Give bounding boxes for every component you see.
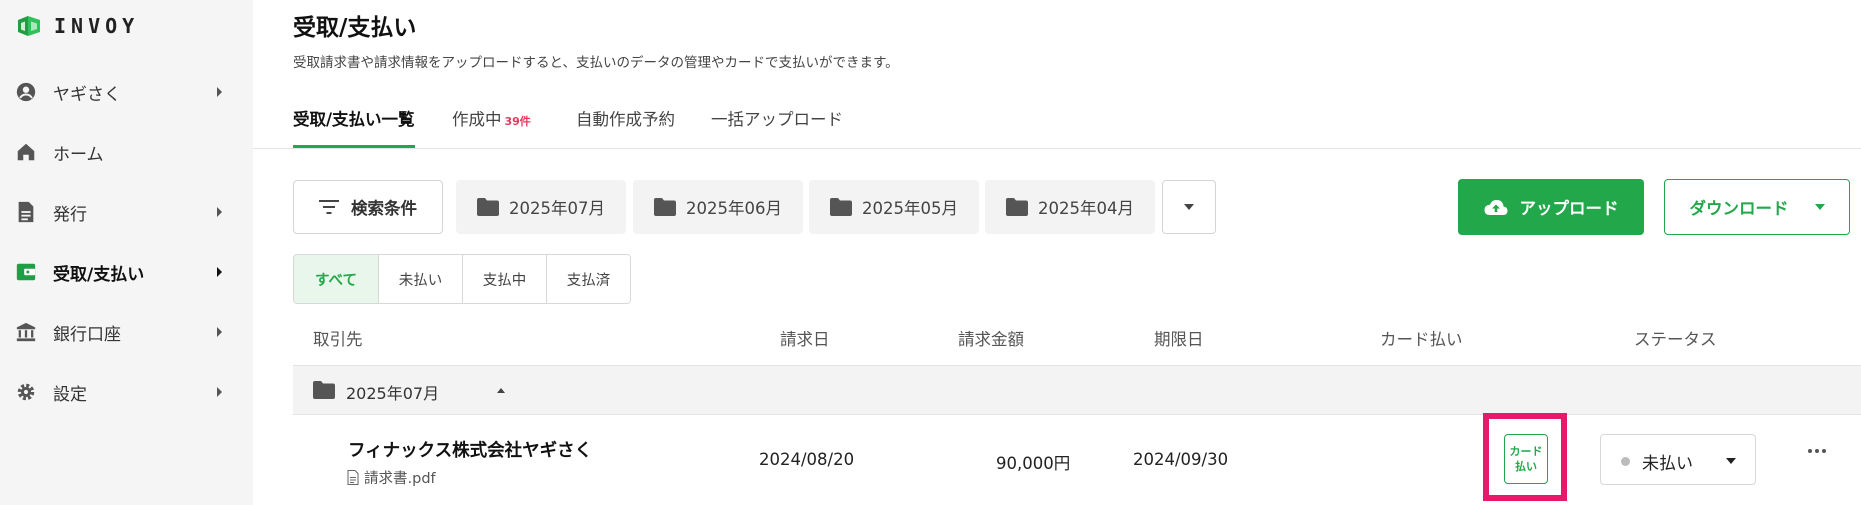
- month-folder-button[interactable]: 2025年06月: [633, 180, 803, 234]
- sidebar-item-settings[interactable]: 設定: [0, 364, 253, 420]
- invoice-date-cell: 2024/08/20: [759, 450, 855, 469]
- chevron-right-icon: [217, 267, 222, 277]
- sidebar-item-issue[interactable]: 発行: [0, 184, 253, 240]
- chevron-right-icon: [217, 387, 222, 397]
- status-value: 未払い: [1642, 454, 1693, 474]
- caret-down-icon: [1726, 458, 1736, 464]
- more-options-icon[interactable]: [1808, 449, 1826, 453]
- sidebar-item-label: 受取/支払い: [53, 264, 145, 285]
- column-header-amount: 請求金額: [958, 330, 1024, 349]
- amount-cell: 90,000円: [996, 454, 1071, 473]
- upload-button[interactable]: アップロード: [1458, 179, 1644, 235]
- sidebar-item-label: 銀行口座: [53, 324, 121, 345]
- sidebar-item-payables[interactable]: 受取/支払い: [0, 244, 253, 300]
- month-folder-button[interactable]: 2025年07月: [456, 180, 626, 234]
- month-group-row[interactable]: 2025年07月: [293, 365, 1861, 415]
- sidebar-item-label: ヤギさく: [53, 84, 121, 105]
- filter-label: 検索条件: [351, 199, 417, 218]
- bank-icon: [14, 320, 38, 344]
- folder-icon: [830, 198, 852, 216]
- column-header-invoice-date: 請求日: [780, 330, 830, 349]
- wallet-icon: [14, 260, 38, 284]
- page-description: 受取請求書や請求情報をアップロードすると、支払いのデータの管理やカードで支払いが…: [293, 55, 899, 71]
- tab-label: 作成中: [452, 110, 502, 129]
- drafts-count-badge: 39件: [504, 115, 531, 128]
- tab-list[interactable]: 受取/支払い一覧: [293, 106, 415, 148]
- vendor-name[interactable]: フィナックス株式会社ヤギさく: [348, 437, 592, 462]
- tab-label: 受取/支払い一覧: [293, 110, 415, 129]
- month-label: 2025年07月: [509, 199, 605, 218]
- invoy-logo-icon: [18, 16, 40, 36]
- download-label: ダウンロード: [1689, 199, 1789, 218]
- home-icon: [14, 140, 38, 164]
- account-circle-icon: [14, 80, 38, 104]
- folder-icon: [1006, 198, 1028, 216]
- chevron-right-icon: [217, 327, 222, 337]
- month-label: 2025年06月: [686, 199, 782, 218]
- status-filter: すべて 未払い 支払中 支払済: [293, 254, 631, 304]
- filter-icon: [319, 200, 339, 214]
- card-pay-label-line1: カード: [1509, 445, 1543, 458]
- chevron-right-icon: [217, 87, 222, 97]
- column-header-due-date: 期限日: [1154, 330, 1204, 349]
- caret-down-icon: [1814, 204, 1825, 210]
- status-dropdown[interactable]: 未払い: [1600, 434, 1756, 485]
- caret-down-icon: [1184, 204, 1194, 210]
- tab-scheduled[interactable]: 自動作成予約: [576, 106, 675, 148]
- sidebar-item-label: 発行: [53, 204, 87, 225]
- group-label: 2025年07月: [346, 384, 440, 403]
- main-content: 受取/支払い 受取請求書や請求情報をアップロードすると、支払いのデータの管理やカ…: [253, 0, 1861, 505]
- dot: [1815, 449, 1819, 453]
- folder-icon: [313, 381, 335, 399]
- sidebar-item-home[interactable]: ホーム: [0, 124, 253, 180]
- sidebar-item-bank[interactable]: 銀行口座: [0, 304, 253, 360]
- status-dot-icon: [1621, 457, 1630, 466]
- column-header-vendor: 取引先: [313, 330, 363, 349]
- status-filter-paying[interactable]: 支払中: [462, 255, 546, 303]
- tab-bulk-upload[interactable]: 一括アップロード: [711, 106, 843, 148]
- due-date-cell: 2024/09/30: [1133, 450, 1229, 469]
- status-filter-paid[interactable]: 支払済: [546, 255, 630, 303]
- folder-icon: [654, 198, 676, 216]
- brand-name: INVOY: [54, 14, 140, 38]
- sidebar: INVOY ヤギさく ホーム 発行 受取/支払い 銀行口座 設定: [0, 0, 253, 505]
- month-folder-button[interactable]: 2025年05月: [809, 180, 979, 234]
- logo[interactable]: INVOY: [16, 13, 139, 39]
- file-name: 請求書.pdf: [364, 471, 436, 487]
- month-label: 2025年05月: [862, 199, 958, 218]
- sidebar-item-account[interactable]: ヤギさく: [0, 64, 253, 120]
- tab-bar: 受取/支払い一覧 作成中 39件 自動作成予約 一括アップロード: [253, 96, 1861, 149]
- more-months-button[interactable]: [1162, 180, 1216, 234]
- attachment-link[interactable]: 請求書.pdf: [347, 467, 436, 488]
- tab-label: 自動作成予約: [576, 110, 675, 129]
- folder-icon: [477, 198, 499, 216]
- month-folder-button[interactable]: 2025年04月: [985, 180, 1155, 234]
- filter-button[interactable]: 検索条件: [293, 180, 443, 234]
- download-button[interactable]: ダウンロード: [1664, 179, 1850, 235]
- column-header-card-pay: カード払い: [1380, 330, 1463, 349]
- caret-up-icon: [497, 388, 505, 393]
- upload-label: アップロード: [1519, 199, 1619, 218]
- month-label: 2025年04月: [1038, 199, 1134, 218]
- card-pay-button[interactable]: カード 払い: [1504, 434, 1548, 484]
- dot: [1822, 449, 1826, 453]
- card-pay-label-line2: 払い: [1515, 460, 1537, 473]
- chevron-right-icon: [217, 207, 222, 217]
- document-icon: [14, 200, 38, 224]
- dot: [1808, 449, 1812, 453]
- page-title: 受取/支払い: [293, 15, 417, 41]
- column-header-status: ステータス: [1634, 330, 1717, 349]
- status-filter-unpaid[interactable]: 未払い: [378, 255, 462, 303]
- gear-icon: [14, 380, 38, 404]
- cloud-upload-icon: [1484, 200, 1507, 215]
- status-filter-all[interactable]: すべて: [294, 255, 378, 303]
- tab-label: 一括アップロード: [711, 110, 843, 129]
- sidebar-item-label: 設定: [53, 384, 87, 405]
- tab-drafts[interactable]: 作成中 39件: [452, 106, 531, 148]
- file-icon: [347, 470, 359, 485]
- sidebar-item-label: ホーム: [53, 144, 104, 165]
